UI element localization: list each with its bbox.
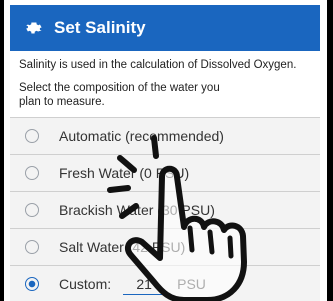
radio-salt-water[interactable] <box>25 240 39 254</box>
custom-salinity-input[interactable] <box>123 273 166 295</box>
description-line-2: Select the composition of the water you … <box>19 82 220 108</box>
description: Salinity is used in the calculation of D… <box>10 51 320 117</box>
dialog-title: Set Salinity <box>54 18 146 37</box>
option-label: Salt Water (42 PSU) <box>59 239 186 255</box>
option-fresh-water[interactable]: Fresh Water (0 PSU) <box>10 154 320 191</box>
option-label: Automatic (recommended) <box>59 128 224 144</box>
dialog-title-bar: Set Salinity <box>10 5 320 51</box>
option-custom[interactable]: Custom: PSU <box>10 265 320 301</box>
option-automatic[interactable]: Automatic (recommended) <box>10 117 320 154</box>
custom-label: Custom: <box>59 276 112 292</box>
custom-unit: PSU <box>177 276 206 292</box>
option-brackish-water[interactable]: Brackish Water (30 PSU) <box>10 191 320 228</box>
salinity-options: Automatic (recommended) Fresh Water (0 P… <box>10 117 320 301</box>
gear-icon <box>26 22 42 34</box>
radio-custom[interactable] <box>25 277 39 291</box>
option-label: Fresh Water (0 PSU) <box>59 165 190 181</box>
radio-automatic[interactable] <box>25 129 39 143</box>
radio-brackish-water[interactable] <box>25 203 39 217</box>
salinity-dialog: Set Salinity Salinity is used in the cal… <box>4 0 327 301</box>
option-label: Brackish Water (30 PSU) <box>59 202 215 218</box>
radio-fresh-water[interactable] <box>25 166 39 180</box>
description-line-1: Salinity is used in the calculation of D… <box>19 59 297 71</box>
option-salt-water[interactable]: Salt Water (42 PSU) <box>10 228 320 265</box>
